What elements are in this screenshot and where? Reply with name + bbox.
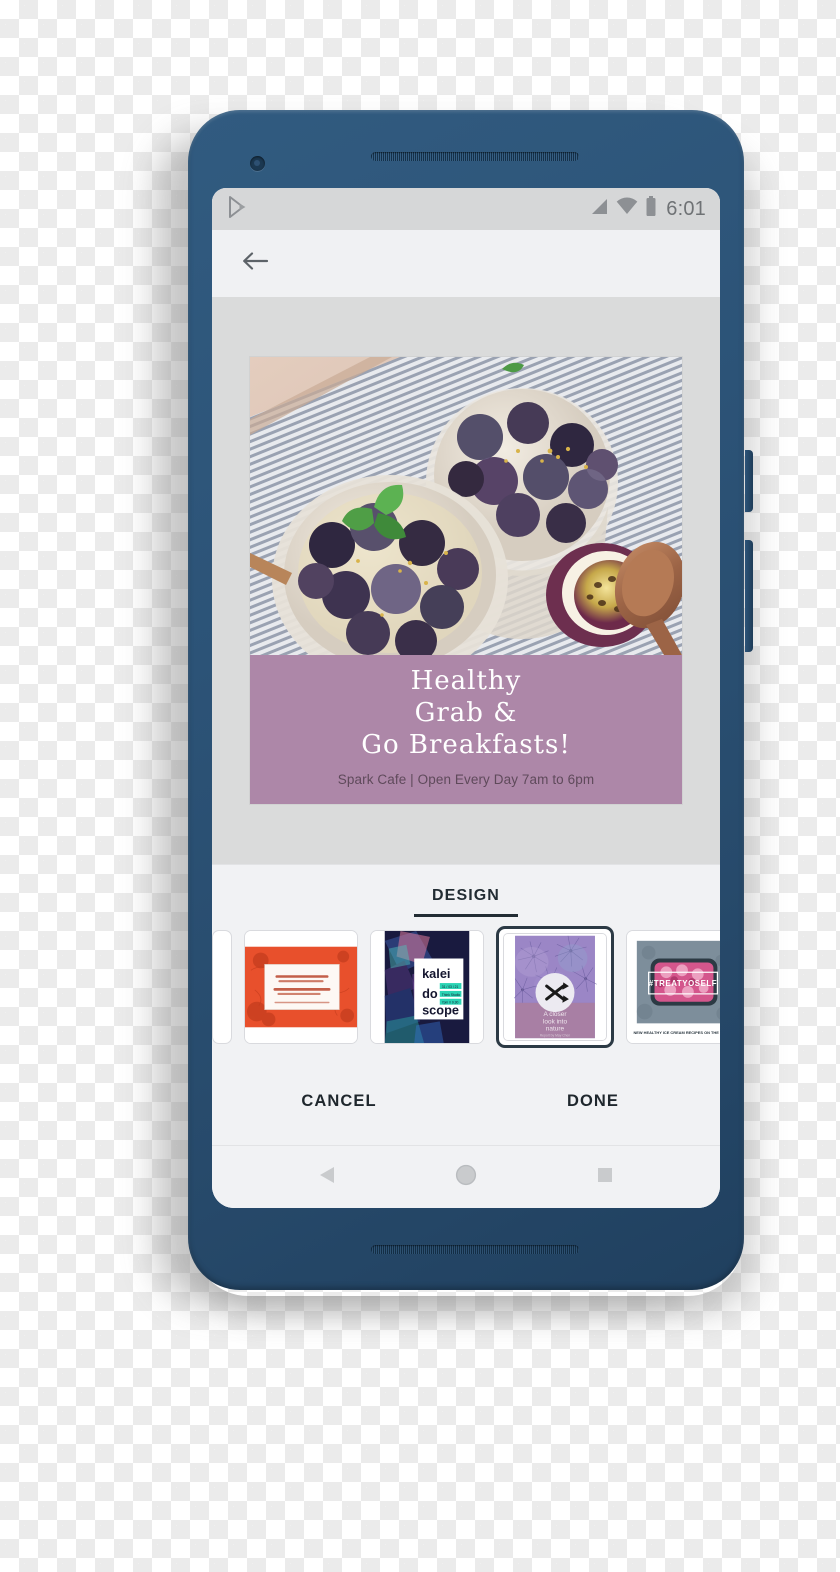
status-bar-left (228, 195, 582, 223)
battery-icon (645, 196, 657, 222)
poster-caption: Healthy Grab & Go Breakfasts! Spark Cafe… (250, 655, 682, 804)
cancel-button[interactable]: CANCEL (212, 1092, 466, 1111)
action-bar: CANCEL DONE (212, 1057, 720, 1146)
design-canvas[interactable]: Healthy Grab & Go Breakfasts! Spark Cafe… (212, 297, 720, 864)
design-panel: DESIGN kalei do scope 31 / 03 / 21 Think… (212, 864, 720, 1208)
svg-text:A closer: A closer (543, 1011, 567, 1018)
nav-back-button[interactable] (310, 1160, 344, 1194)
thumbnail-artwork (245, 931, 357, 1043)
thumbnail-artwork: A closer look into nature Report by May … (503, 933, 607, 1041)
thumbnail-artwork (213, 931, 231, 1043)
circle-home-icon (455, 1164, 477, 1191)
triangle-back-icon (319, 1166, 336, 1189)
poster-photo (250, 357, 682, 655)
poster-preview[interactable]: Healthy Grab & Go Breakfasts! Spark Cafe… (250, 357, 682, 804)
speaker-grill-icon (371, 152, 579, 161)
back-button[interactable] (234, 243, 276, 285)
poster-headline-line-1: Healthy (410, 665, 522, 696)
svg-text:do: do (422, 986, 438, 1001)
tab-row: DESIGN (212, 865, 720, 917)
thumbnail-nature-report[interactable]: A closer look into nature Report by May … (496, 926, 614, 1048)
list-item[interactable] (212, 930, 232, 1044)
phone-screen: 6:01 Healthy Grab & Go Breakfasts! Spark… (212, 188, 720, 1208)
nav-recents-button[interactable] (588, 1160, 622, 1194)
svg-text:kalei: kalei (422, 966, 450, 981)
svg-text:nature: nature (546, 1026, 565, 1033)
power-button[interactable] (745, 450, 753, 512)
svg-text:7pm // 9.30: 7pm // 9.30 (442, 1001, 459, 1005)
done-button[interactable]: DONE (466, 1092, 720, 1111)
poster-headline: Healthy Grab & Go Breakfasts! (361, 665, 571, 761)
tab-design[interactable]: DESIGN (414, 887, 518, 917)
back-arrow-icon (241, 249, 269, 278)
thumbnail-artwork: #TREATYOSELF NEW HEALTHY ICE CREAM RECIP… (627, 931, 720, 1043)
svg-text:#TREATYOSELF: #TREATYOSELF (649, 979, 717, 988)
svg-text:NEW HEALTHY ICE CREAM RECIPES: NEW HEALTHY ICE CREAM RECIPES ON THE BLO… (633, 1030, 720, 1035)
nav-home-button[interactable] (449, 1160, 483, 1194)
poster-headline-line-2: Grab & (414, 697, 518, 728)
status-time: 6:01 (666, 197, 706, 220)
front-camera-icon (250, 156, 265, 171)
play-store-icon (228, 195, 248, 223)
status-bar-right: 6:01 (590, 196, 706, 222)
signal-bars-icon (590, 197, 609, 221)
square-recents-icon (597, 1167, 613, 1188)
thumbnail-kaleidoscope[interactable]: kalei do scope 31 / 03 / 21 Think Studio… (370, 930, 484, 1044)
status-bar: 6:01 (212, 188, 720, 230)
wifi-icon (616, 197, 638, 221)
thumbnail-artwork: kalei do scope 31 / 03 / 21 Think Studio… (371, 931, 483, 1043)
svg-text:scope: scope (422, 1003, 459, 1018)
android-nav-bar (212, 1146, 720, 1208)
device-frame: 6:01 Healthy Grab & Go Breakfasts! Spark… (188, 110, 744, 1290)
svg-text:Report by May Chen: Report by May Chen (540, 1033, 571, 1037)
poster-headline-line-3: Go Breakfasts! (361, 729, 571, 760)
app-bar (212, 230, 720, 297)
speaker-grill-bottom-icon (371, 1245, 579, 1254)
svg-text:look into: look into (543, 1018, 568, 1025)
phone-device: 6:01 Healthy Grab & Go Breakfasts! Spark… (188, 110, 753, 1295)
template-thumbnail-strip[interactable]: kalei do scope 31 / 03 / 21 Think Studio… (212, 917, 720, 1057)
svg-text:31 / 03 / 21: 31 / 03 / 21 (442, 985, 459, 989)
thumbnail-treat-yoself[interactable]: #TREATYOSELF NEW HEALTHY ICE CREAM RECIP… (626, 930, 720, 1044)
thumbnail-mum-card[interactable] (244, 930, 358, 1044)
svg-text:Think Studio: Think Studio (442, 993, 461, 997)
volume-button[interactable] (745, 540, 753, 652)
poster-subtitle: Spark Cafe | Open Every Day 7am to 6pm (337, 771, 595, 787)
